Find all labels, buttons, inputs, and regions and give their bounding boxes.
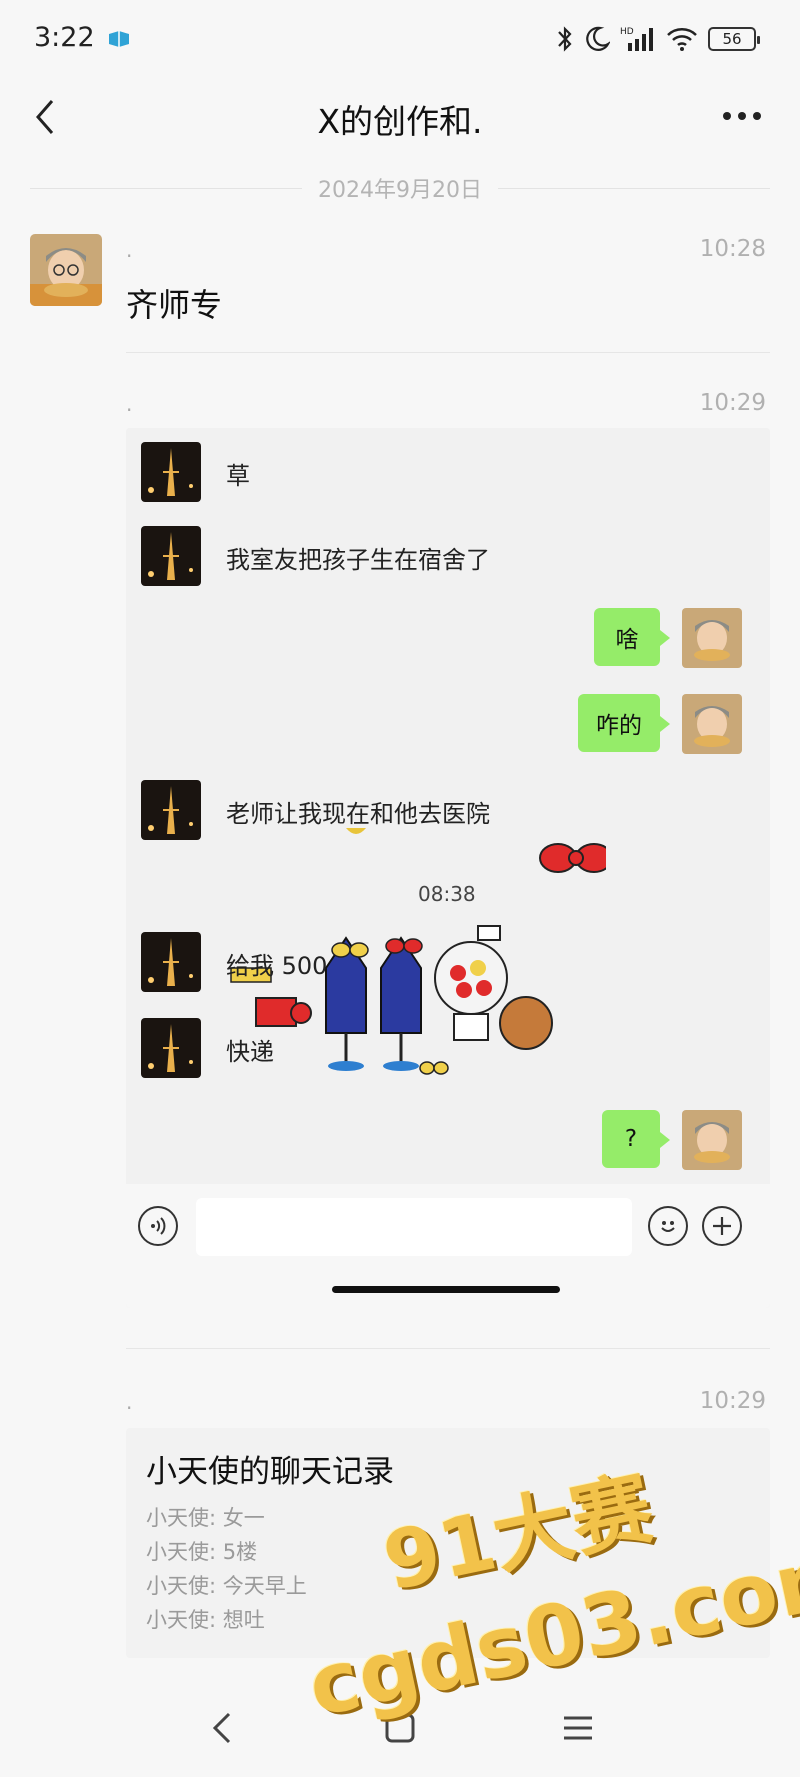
message-time: 10:28: [699, 236, 766, 262]
sender-name: .: [126, 1390, 133, 1414]
status-time: 3:22: [34, 22, 95, 53]
sender-name: .: [126, 238, 133, 262]
menu-nav-icon: [564, 1716, 592, 1740]
message-bubble: ?: [602, 1110, 670, 1168]
avatar: [141, 442, 201, 502]
avatar: [141, 1018, 201, 1078]
message-text: 咋的: [596, 713, 642, 739]
more-button[interactable]: [718, 104, 766, 128]
more-dot: [738, 112, 746, 120]
message-text: 我室友把孩子生在宿舍了: [226, 546, 490, 574]
screenshot-image[interactable]: 草 我室友把孩子生在宿舍了 啥 咋的 老师让我现在和他去医院 08:38 给我 …: [126, 428, 770, 1308]
plus-icon: [702, 1206, 742, 1246]
battery-level: 56: [722, 30, 742, 48]
date-divider: 2024年9月20日: [30, 172, 771, 204]
sender-name: .: [126, 392, 133, 416]
message-text: 草: [226, 462, 250, 490]
date-label: 2024年9月20日: [318, 178, 482, 203]
message-time: 10:29: [699, 1388, 766, 1414]
nav-back-button[interactable]: [192, 1700, 252, 1756]
bluetooth-icon: [558, 26, 572, 52]
home-indicator: [332, 1286, 560, 1293]
avatar: [141, 932, 201, 992]
voice-icon: [138, 1206, 178, 1246]
emoji-icon: [648, 1206, 688, 1246]
screenshot-time: 08:38: [418, 882, 476, 906]
moon-icon: [586, 26, 610, 51]
back-nav-icon: [212, 1712, 231, 1744]
message-separator: [126, 1348, 770, 1349]
message-text: 齐师专: [126, 286, 223, 324]
battery-icon: 56: [708, 27, 760, 51]
status-icons: HD 56: [556, 22, 760, 56]
screenshot-input-bar: [126, 1184, 770, 1308]
avatar: [141, 780, 201, 840]
message-text: 老师让我现在和他去医院: [226, 800, 490, 828]
screenshot-text-input: [196, 1198, 632, 1256]
app-notification-icon: [108, 30, 130, 48]
avatar: [682, 1110, 742, 1170]
screenshot-chat-area: 草 我室友把孩子生在宿舍了 啥 咋的 老师让我现在和他去医院 08:38 给我 …: [126, 428, 770, 1184]
avatar: [682, 694, 742, 754]
avatar: [141, 526, 201, 586]
divider-line: [30, 187, 303, 189]
message-text: 给我 500: [226, 952, 328, 980]
page-title: X的创作和.: [317, 102, 483, 141]
more-dots-icon: [723, 112, 731, 120]
hd-signal-icon: HD: [620, 27, 653, 51]
message-bubble: 啥: [594, 608, 670, 666]
avatar: [682, 608, 742, 668]
more-dot: [753, 112, 761, 120]
nav-menu-button[interactable]: [548, 1700, 608, 1756]
message-text: 啥: [615, 627, 639, 653]
svg-text:HD: HD: [620, 27, 634, 37]
divider-line: [498, 187, 771, 189]
message-separator: [126, 352, 770, 353]
message-text: 快递: [226, 1038, 274, 1066]
wifi-icon: [667, 28, 697, 51]
message-text: ?: [624, 1126, 638, 1152]
message-bubble: 咋的: [578, 694, 670, 752]
avatar[interactable]: [30, 234, 102, 306]
message-time: 10:29: [699, 390, 766, 416]
